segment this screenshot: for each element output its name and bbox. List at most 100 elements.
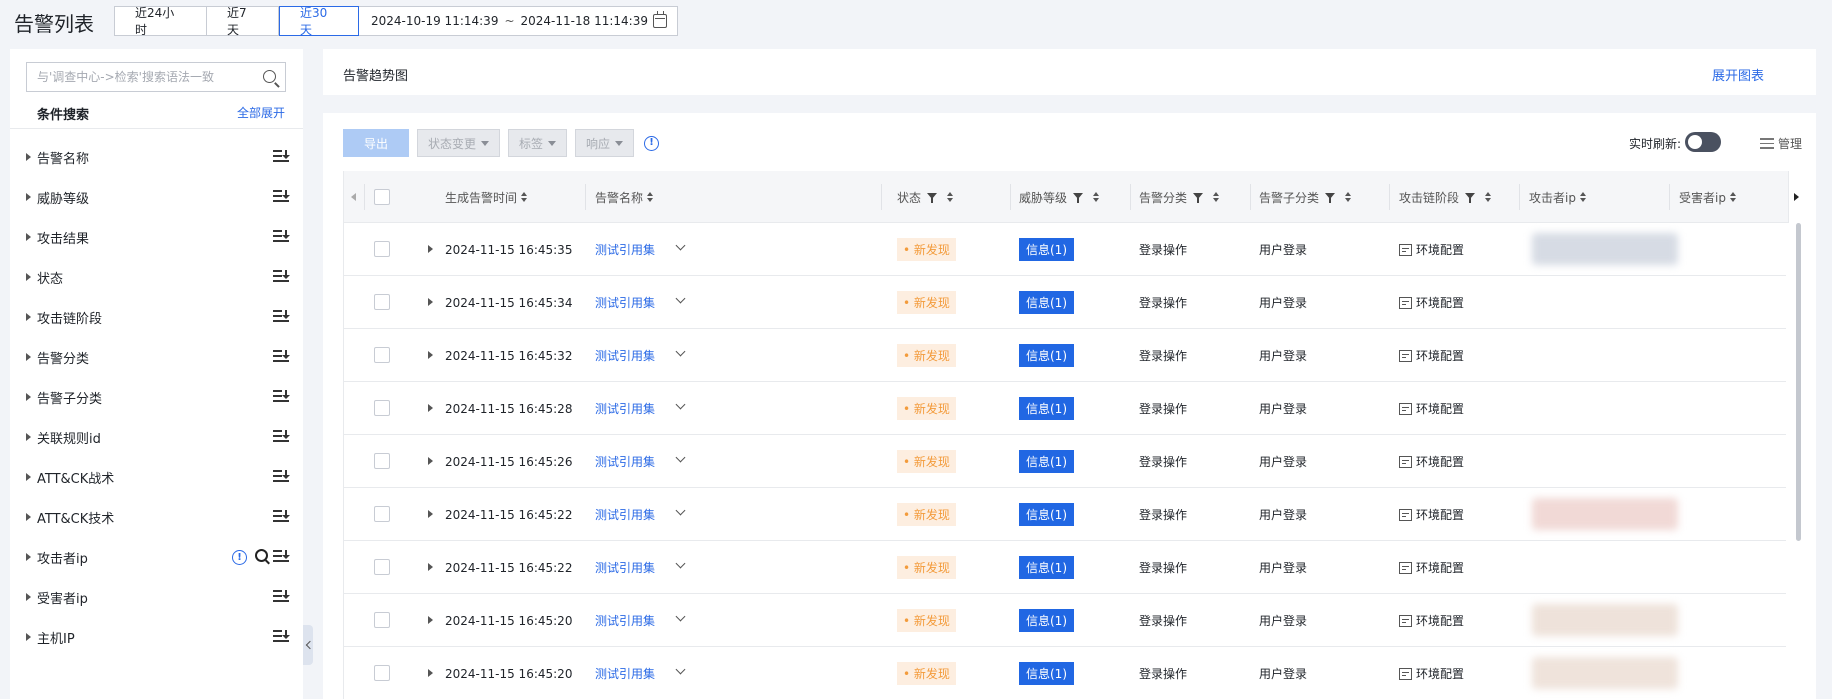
expand-row-icon[interactable] [428, 404, 433, 412]
table-row[interactable]: 2024-11-15 16:45:35 测试引用集 • 新发现 信息(1) 登录操作 用户… [344, 223, 1786, 276]
search-input[interactable] [27, 63, 285, 91]
chevron-down-icon[interactable] [675, 452, 686, 463]
chevron-down-icon[interactable] [675, 240, 686, 251]
filter-item-alert-name[interactable]: 告警名称 [10, 137, 303, 177]
vertical-scrollbar[interactable] [1796, 223, 1801, 541]
expand-row-icon[interactable] [428, 510, 433, 518]
filter-item-status[interactable]: 状态 [10, 257, 303, 297]
table-row[interactable]: 2024-11-15 16:45:34 测试引用集 • 新发现 信息(1) 登录操作 用户… [344, 276, 1786, 329]
chevron-down-icon[interactable] [675, 611, 686, 622]
row-checkbox[interactable] [374, 612, 390, 628]
sort-list-icon[interactable] [273, 430, 290, 442]
expand-row-icon[interactable] [428, 616, 433, 624]
calendar-icon[interactable] [653, 11, 667, 28]
sort-list-icon[interactable] [273, 630, 290, 642]
expand-row-icon[interactable] [428, 457, 433, 465]
range-30d-button[interactable]: 近30天 [279, 6, 359, 37]
table-row[interactable]: 2024-11-15 16:45:32 测试引用集 • 新发现 信息(1) 登录操作 用户… [344, 329, 1786, 382]
filter-item-subcategory[interactable]: 告警子分类 [10, 377, 303, 417]
filter-item-attack-result[interactable]: 攻击结果 [10, 217, 303, 257]
sort-list-icon[interactable] [273, 230, 290, 242]
sort-list-icon[interactable] [273, 550, 290, 562]
col-header-victim-ip[interactable]: 受害者ip [1679, 171, 1736, 223]
search-icon[interactable] [263, 70, 276, 83]
row-checkbox[interactable] [374, 506, 390, 522]
col-header-level[interactable]: 威胁等级 [1019, 171, 1100, 223]
row-checkbox[interactable] [374, 665, 390, 681]
row-checkbox[interactable] [374, 559, 390, 575]
scroll-left-icon[interactable] [351, 193, 356, 201]
col-header-stage[interactable]: 攻击链阶段 [1399, 171, 1492, 223]
filter-icon[interactable] [1465, 193, 1476, 203]
filter-icon[interactable] [1193, 193, 1204, 203]
table-row[interactable]: 2024-11-15 16:45:20 测试引用集 • 新发现 信息(1) 登录操作 用户… [344, 594, 1786, 647]
chevron-down-icon[interactable] [675, 505, 686, 516]
chevron-down-icon[interactable] [675, 399, 686, 410]
alert-name-link[interactable]: 测试引用集 [595, 506, 655, 523]
row-checkbox[interactable] [374, 453, 390, 469]
filter-item-attck-tactic[interactable]: ATT&CK战术 [10, 457, 303, 497]
col-header-time[interactable]: 生成告警时间 [445, 171, 528, 223]
alert-name-link[interactable]: 测试引用集 [595, 347, 655, 364]
expand-row-icon[interactable] [428, 563, 433, 571]
alert-name-link[interactable]: 测试引用集 [595, 294, 655, 311]
sort-list-icon[interactable] [273, 590, 290, 602]
export-button[interactable]: 导出 [343, 129, 409, 157]
info-icon[interactable]: ! [232, 550, 247, 565]
chevron-down-icon[interactable] [675, 346, 686, 357]
sort-list-icon[interactable] [273, 270, 290, 282]
filter-item-rule-id[interactable]: 关联规则id [10, 417, 303, 457]
table-row[interactable]: 2024-11-15 16:45:28 测试引用集 • 新发现 信息(1) 登录操作 用户… [344, 382, 1786, 435]
alert-name-link[interactable]: 测试引用集 [595, 612, 655, 629]
sort-list-icon[interactable] [273, 510, 290, 522]
row-checkbox[interactable] [374, 400, 390, 416]
expand-chart-link[interactable]: 展开图表 [1712, 65, 1764, 84]
expand-row-icon[interactable] [428, 298, 433, 306]
filter-item-threat-level[interactable]: 威胁等级 [10, 177, 303, 217]
row-checkbox[interactable] [374, 347, 390, 363]
realtime-refresh-toggle[interactable] [1685, 132, 1721, 152]
range-24h-button[interactable]: 近24小时 [115, 6, 207, 37]
range-7d-button[interactable]: 近7天 [207, 6, 279, 37]
table-row[interactable]: 2024-11-15 16:45:22 测试引用集 • 新发现 信息(1) 登录操作 用户… [344, 488, 1786, 541]
manage-columns-button[interactable]: 管理 [1759, 135, 1802, 152]
table-row[interactable]: 2024-11-15 16:45:22 测试引用集 • 新发现 信息(1) 登录操作 用户… [344, 541, 1786, 594]
chevron-down-icon[interactable] [675, 664, 686, 675]
scroll-right-icon[interactable] [1788, 171, 1804, 223]
sort-list-icon[interactable] [273, 150, 290, 162]
table-row[interactable]: 2024-11-15 16:45:26 测试引用集 • 新发现 信息(1) 登录操作 用户… [344, 435, 1786, 488]
col-header-attacker-ip[interactable]: 攻击者ip [1529, 171, 1586, 223]
filter-item-attck-technique[interactable]: ATT&CK技术 [10, 497, 303, 537]
sidebar-collapse-handle[interactable] [303, 625, 314, 665]
row-checkbox[interactable] [374, 241, 390, 257]
filter-item-category[interactable]: 告警分类 [10, 337, 303, 377]
sort-list-icon[interactable] [273, 190, 290, 202]
chevron-down-icon[interactable] [675, 293, 686, 304]
row-checkbox[interactable] [374, 294, 390, 310]
sort-list-icon[interactable] [273, 310, 290, 322]
chevron-down-icon[interactable] [675, 558, 686, 569]
info-icon[interactable]: ! [644, 135, 660, 151]
col-header-category[interactable]: 告警分类 [1139, 171, 1220, 223]
sort-list-icon[interactable] [273, 390, 290, 402]
magnifier-icon[interactable] [255, 549, 268, 562]
select-all-checkbox[interactable] [374, 189, 390, 205]
expand-row-icon[interactable] [428, 669, 433, 677]
filter-icon[interactable] [927, 193, 938, 203]
response-dropdown[interactable]: 响应 [575, 129, 635, 157]
col-header-subcategory[interactable]: 告警子分类 [1259, 171, 1352, 223]
expand-row-icon[interactable] [428, 351, 433, 359]
filter-item-victim-ip[interactable]: 受害者ip [10, 577, 303, 617]
sort-list-icon[interactable] [273, 470, 290, 482]
alert-name-link[interactable]: 测试引用集 [595, 241, 655, 258]
expand-all-link[interactable]: 全部展开 [237, 104, 285, 121]
sort-list-icon[interactable] [273, 350, 290, 362]
table-row[interactable]: 2024-11-15 16:45:20 测试引用集 • 新发现 信息(1) 登录操作 用户… [344, 647, 1786, 699]
filter-item-host-ip[interactable]: 主机IP [10, 617, 303, 657]
alert-name-link[interactable]: 测试引用集 [595, 400, 655, 417]
filter-item-attacker-ip[interactable]: 攻击者ip! [10, 537, 303, 577]
filter-icon[interactable] [1325, 193, 1336, 203]
expand-row-icon[interactable] [428, 245, 433, 253]
filter-item-attack-stage[interactable]: 攻击链阶段 [10, 297, 303, 337]
date-range-picker[interactable]: 2024-10-19 11:14:39 ~ 2024-11-18 11:14:3… [359, 7, 677, 35]
